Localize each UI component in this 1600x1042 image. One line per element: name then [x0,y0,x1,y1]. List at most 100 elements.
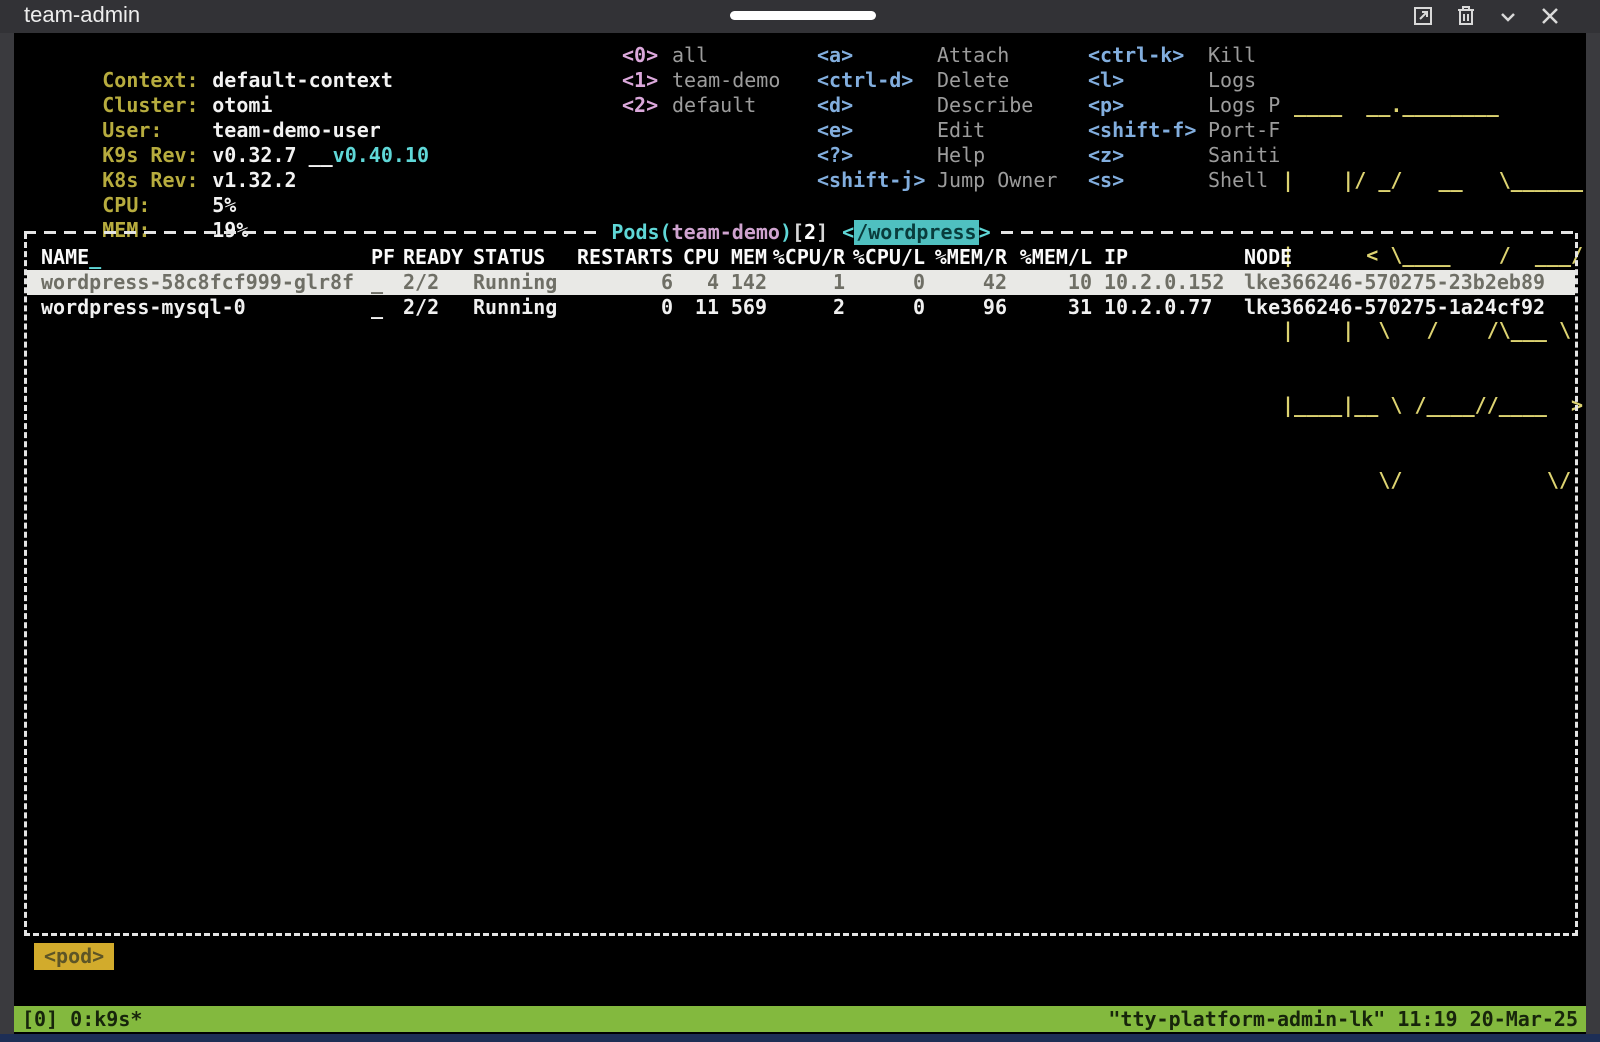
column-header-mem[interactable]: MEM [719,245,767,270]
cell-status: Running [473,295,577,320]
action-shortcuts-b: <ctrl-k>Kill <l>Logs <p>Logs P <shift-f>… [1088,43,1280,193]
window-title-bar: team-admin [0,0,1600,33]
cell-mem-l: 31 [1007,295,1092,320]
info-value: default-context [212,68,393,92]
window-drag-handle[interactable] [730,11,876,20]
action-shortcuts-a: <a>Attach <ctrl-d>Delete <d>Describe <e>… [817,43,1057,193]
trash-icon[interactable] [1456,5,1476,27]
pod-row-selected[interactable]: wordpress-58c8fcf999-glr8f _ 2/2 Running… [27,270,1575,295]
cell-name: wordpress-mysql-0 [41,295,371,320]
filter-gt: > [979,220,991,245]
cell-cpu-l: 0 [845,270,925,295]
column-header-mem-r[interactable]: %MEM/R [925,245,1007,270]
shortcut-help[interactable]: <?>Help [817,143,1057,168]
column-header-mem-l[interactable]: %MEM/L [1007,245,1092,270]
shortcut-label: default [672,93,756,118]
shortcut-label: Logs P [1208,93,1280,118]
info-value: v0.32.7 __ [212,143,332,167]
open-in-new-icon[interactable] [1412,5,1434,27]
shortcut-kill[interactable]: <ctrl-k>Kill [1088,43,1280,68]
shortcut-label: Attach [937,43,1009,68]
cell-mem: 142 [719,270,767,295]
cluster-info: Context:default-context Cluster:otomi Us… [30,43,429,218]
cell-mem-r: 96 [925,295,1007,320]
shortcut-key: <ctrl-d> [817,68,937,93]
info-label: Context: [102,68,212,93]
tmux-host-datetime: "tty-platform-admin-lk" 11:19 20-Mar-25 [1108,1006,1578,1032]
cell-cpu-l: 0 [845,295,925,320]
column-header-cpu-r[interactable]: %CPU/R [767,245,845,270]
shortcut-namespace-default[interactable]: <2>default [622,93,780,118]
shortcut-edit[interactable]: <e>Edit [817,118,1057,143]
info-label: K8s Rev: [102,168,212,193]
shortcut-port-forward[interactable]: <shift-f>Port-F [1088,118,1280,143]
shortcut-key: <ctrl-k> [1088,43,1208,68]
column-header-cpu[interactable]: CPU [673,245,719,270]
shortcut-key: <2> [622,93,672,118]
column-header-cpu-l[interactable]: %CPU/L [845,245,925,270]
tmux-status-bar: [0] 0:k9s* "tty-platform-admin-lk" 11:19… [14,1006,1586,1032]
column-header-restarts[interactable]: RESTARTS [577,245,673,270]
info-value: otomi [212,93,272,117]
pods-panel-title: Pods(team-demo)[2]</wordpress> [24,217,1578,247]
filter-lt: < [842,220,854,245]
shortcut-namespace-all[interactable]: <0>all [622,43,780,68]
shortcut-delete[interactable]: <ctrl-d>Delete [817,68,1057,93]
column-header-status[interactable]: STATUS [473,245,577,270]
pods-table: NAME_ PF READY STATUS RESTARTS CPU MEM %… [27,245,1575,320]
info-value: 5% [212,193,236,217]
shortcut-describe[interactable]: <d>Describe [817,93,1057,118]
breadcrumb: <pod> [34,943,114,970]
bracket-open: [ [792,220,804,245]
namespace-shortcuts: <0>all <1>team-demo <2>default [622,43,780,118]
column-header-pf[interactable]: PF [371,245,403,270]
cell-cpu-r: 1 [767,270,845,295]
shortcut-label: Describe [937,93,1033,118]
column-header-node[interactable]: NODE [1244,245,1575,270]
shortcut-label: Jump Owner [937,168,1057,193]
close-icon[interactable] [1540,5,1560,27]
column-header-ready[interactable]: READY [403,245,473,270]
cell-pf: _ [371,295,403,320]
shortcut-key: <d> [817,93,937,118]
breadcrumb-pod[interactable]: <pod> [34,943,114,970]
shortcut-key: <e> [817,118,937,143]
cell-restarts: 0 [577,295,673,320]
logo-line: ____ __.________ [1282,93,1583,118]
column-header-ip[interactable]: IP [1092,245,1244,270]
bracket-close: ] [816,220,828,245]
shortcut-namespace-team-demo[interactable]: <1>team-demo [622,68,780,93]
shortcut-jump-owner[interactable]: <shift-j>Jump Owner [817,168,1057,193]
table-header-row: NAME_ PF READY STATUS RESTARTS CPU MEM %… [27,245,1575,270]
cell-ip: 10.2.0.152 [1092,270,1244,295]
cell-mem-r: 42 [925,270,1007,295]
chevron-down-icon[interactable] [1498,5,1518,27]
shortcut-label: Port-F [1208,118,1280,143]
column-header-name[interactable]: NAME_ [41,245,371,270]
cell-restarts: 6 [577,270,673,295]
shortcut-logs[interactable]: <l>Logs [1088,68,1280,93]
pod-row[interactable]: wordpress-mysql-0 _ 2/2 Running 0 11 569… [27,295,1575,320]
cell-node: lke366246-570275-23b2eb89 [1244,270,1575,295]
border-dash [1001,231,1578,234]
active-filter: /wordpress [854,220,978,245]
shortcut-key: <shift-f> [1088,118,1208,143]
shortcut-sanitize[interactable]: <z>Saniti [1088,143,1280,168]
cell-name: wordpress-58c8fcf999-glr8f [41,270,371,295]
paren-close: ) [780,220,792,245]
info-value: team-demo-user [212,118,381,142]
k9s-terminal: Context:default-context Cluster:otomi Us… [14,33,1586,1034]
shortcut-label: Kill [1208,43,1256,68]
shortcut-shell[interactable]: <s>Shell [1088,168,1280,193]
shortcut-logs-previous[interactable]: <p>Logs P [1088,93,1280,118]
shortcut-label: Delete [937,68,1009,93]
window-controls [1412,5,1560,27]
shortcut-label: Shell [1208,168,1268,193]
shortcut-key: <p> [1088,93,1208,118]
shortcut-attach[interactable]: <a>Attach [817,43,1057,68]
cell-ready: 2/2 [403,270,473,295]
info-label: Cluster: [102,93,212,118]
shortcut-label: Saniti [1208,143,1280,168]
tmux-session-window[interactable]: [0] 0:k9s* [22,1006,142,1032]
cell-cpu-r: 2 [767,295,845,320]
